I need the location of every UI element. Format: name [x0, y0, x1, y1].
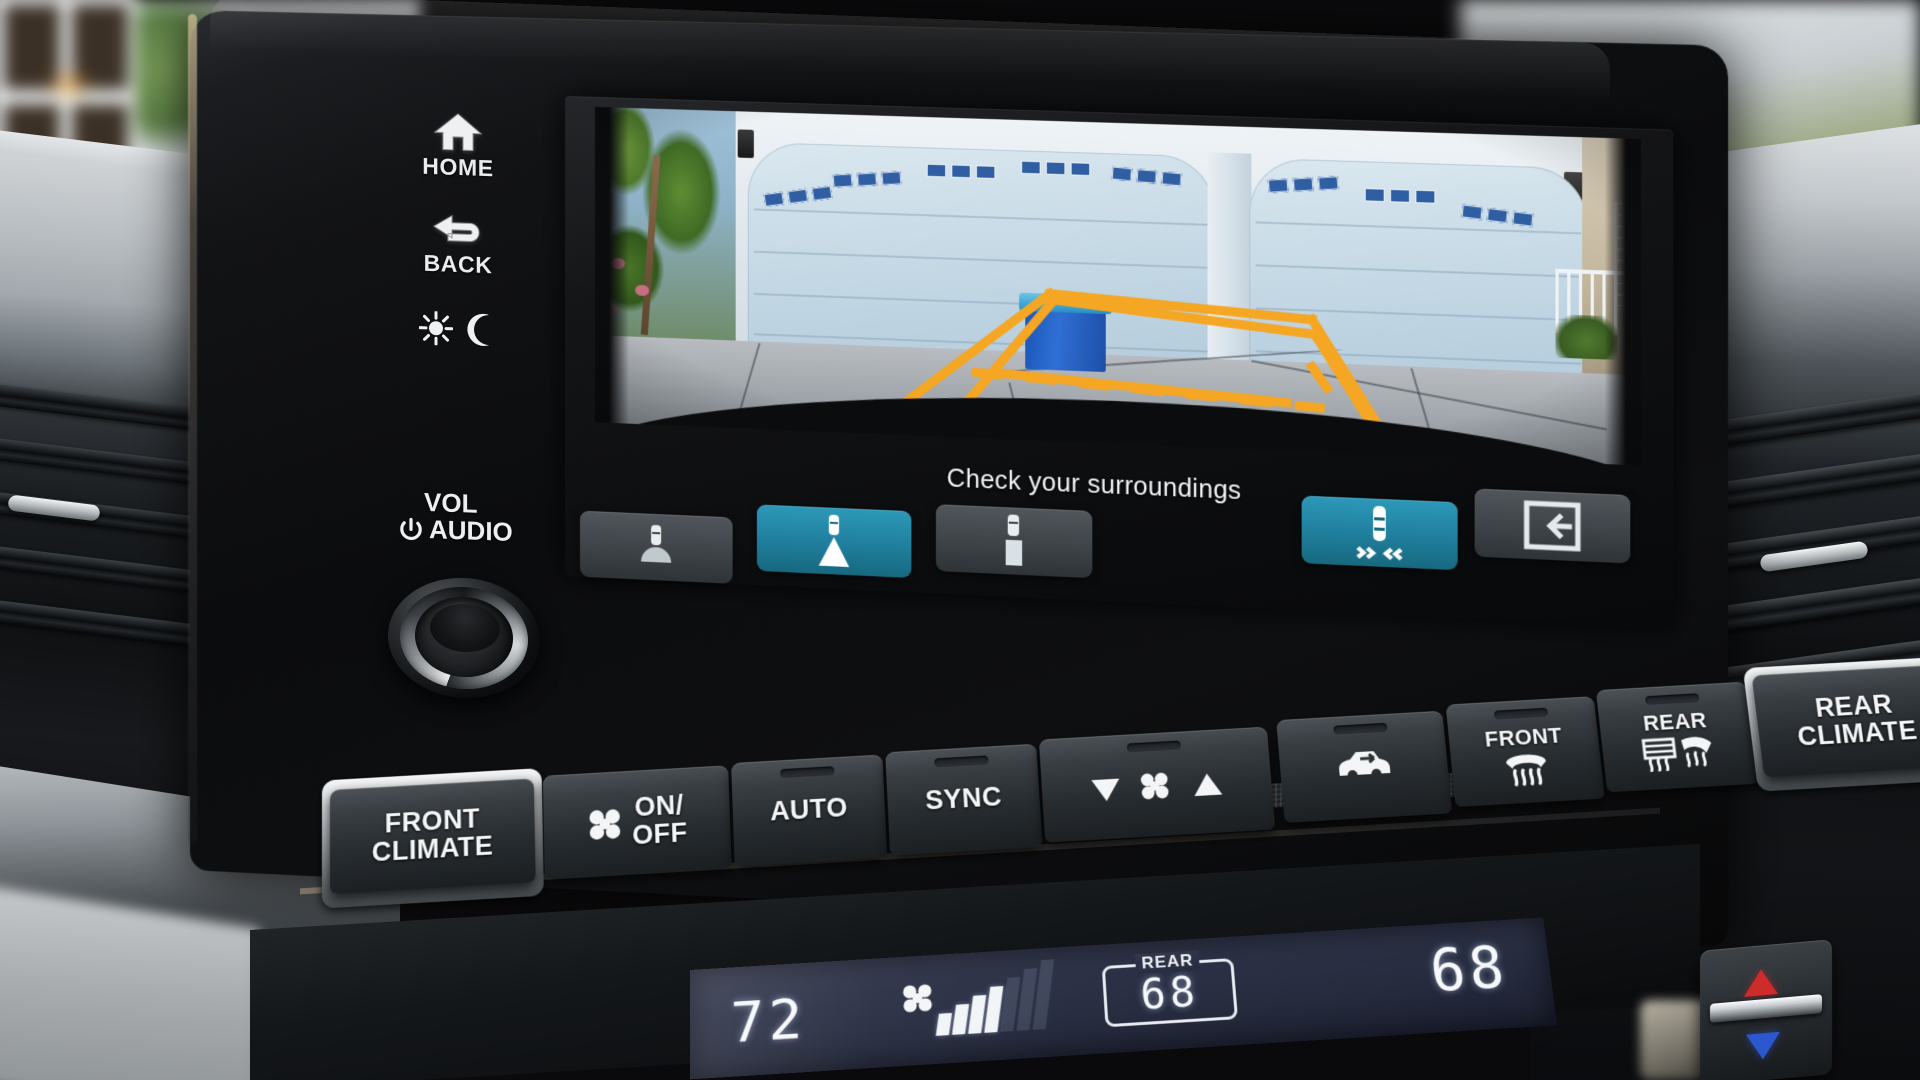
camera-view-wide-button[interactable] [579, 510, 733, 584]
front-defrost-icon [1505, 753, 1555, 787]
camera-view-guide-button[interactable] [756, 504, 912, 578]
front-defrost-button-notch [1493, 707, 1549, 720]
rear-temperature-caption: REAR [1134, 950, 1201, 974]
fan-speed-button-notch [1126, 740, 1181, 753]
power-icon [400, 517, 422, 540]
recirculate-button[interactable] [1276, 710, 1453, 823]
rear-climate-label-line2: CLIMATE [1795, 715, 1920, 752]
fan-speed-button[interactable] [1038, 726, 1276, 843]
rear-temperature-value: 68 [1138, 966, 1201, 1019]
passenger-temperature-value: 68 [1426, 933, 1512, 1005]
back-arrow-icon [433, 214, 480, 242]
temperature-rocker-switch[interactable] [1700, 939, 1832, 1080]
sync-button[interactable]: SYNC [885, 743, 1043, 856]
infotainment-display[interactable]: Check your surroundings [565, 96, 1674, 628]
back-button[interactable]: BACK [393, 213, 523, 281]
camera-view-normal-button[interactable] [935, 504, 1093, 579]
recirculate-button-notch [1333, 722, 1388, 735]
fan-down-up-icon [1092, 772, 1223, 801]
front-climate-label-line2: CLIMATE [371, 830, 494, 868]
volume-audio-label: VOL AUDIO [398, 487, 513, 548]
cross-traffic-alert-button[interactable] [1301, 495, 1458, 571]
sync-button-notch [934, 755, 989, 768]
car-top-wide-view-icon [641, 524, 672, 563]
side-control-group: HOME BACK [393, 110, 523, 349]
rear-defrost-icon [1639, 731, 1713, 773]
front-defrost-button[interactable]: FRONT [1445, 696, 1605, 808]
auto-label: AUTO [769, 792, 849, 827]
return-arrow-icon [1521, 499, 1583, 553]
rear-defrost-button-notch [1645, 693, 1700, 706]
red-up-triangle-icon[interactable] [1744, 967, 1778, 997]
blue-down-triangle-icon[interactable] [1746, 1031, 1780, 1061]
day-night-button[interactable] [393, 310, 523, 349]
home-button[interactable]: HOME [393, 110, 523, 184]
sun-icon [419, 310, 453, 346]
console-edge-highlight [188, 13, 197, 845]
car-top-guide-view-icon [818, 514, 850, 568]
infotainment-screenshot: HOME BACK VOL AUDIO Check your surroundi… [0, 0, 1920, 1080]
back-button-label: BACK [423, 249, 493, 279]
auto-button-notch [780, 766, 835, 779]
front-climate-button[interactable]: FRONT CLIMATE [330, 778, 536, 894]
fan-on-off-button[interactable]: ON/ OFF [542, 765, 732, 880]
rear-defrost-button[interactable]: REAR [1595, 681, 1759, 793]
rear-camera-viewport [594, 106, 1642, 466]
rear-temperature-group: REAR 68 [1101, 950, 1239, 1028]
rear-camera-image [594, 106, 1642, 466]
front-defrost-label: FRONT [1483, 722, 1564, 752]
fan-icon [589, 808, 621, 841]
fan-icon [902, 983, 933, 1013]
fan-on-off-label-line2: OFF [631, 817, 688, 851]
driver-temperature-value: 72 [730, 986, 807, 1056]
audio-label: AUDIO [429, 514, 513, 548]
recirculation-icon [1337, 745, 1391, 776]
auto-button[interactable]: AUTO [731, 754, 888, 867]
rear-climate-button[interactable]: REAR CLIMATE [1751, 664, 1920, 778]
home-icon [434, 113, 482, 152]
sync-label: SYNC [924, 781, 1003, 816]
moon-icon [467, 313, 489, 346]
camera-exit-return-button[interactable] [1474, 488, 1631, 564]
rocker-chrome-bar[interactable] [1710, 994, 1822, 1023]
home-button-label: HOME [422, 152, 494, 182]
cross-traffic-alert-icon [1356, 505, 1403, 561]
fan-speed-bars [935, 959, 1055, 1036]
car-top-normal-view-icon [1005, 514, 1023, 566]
